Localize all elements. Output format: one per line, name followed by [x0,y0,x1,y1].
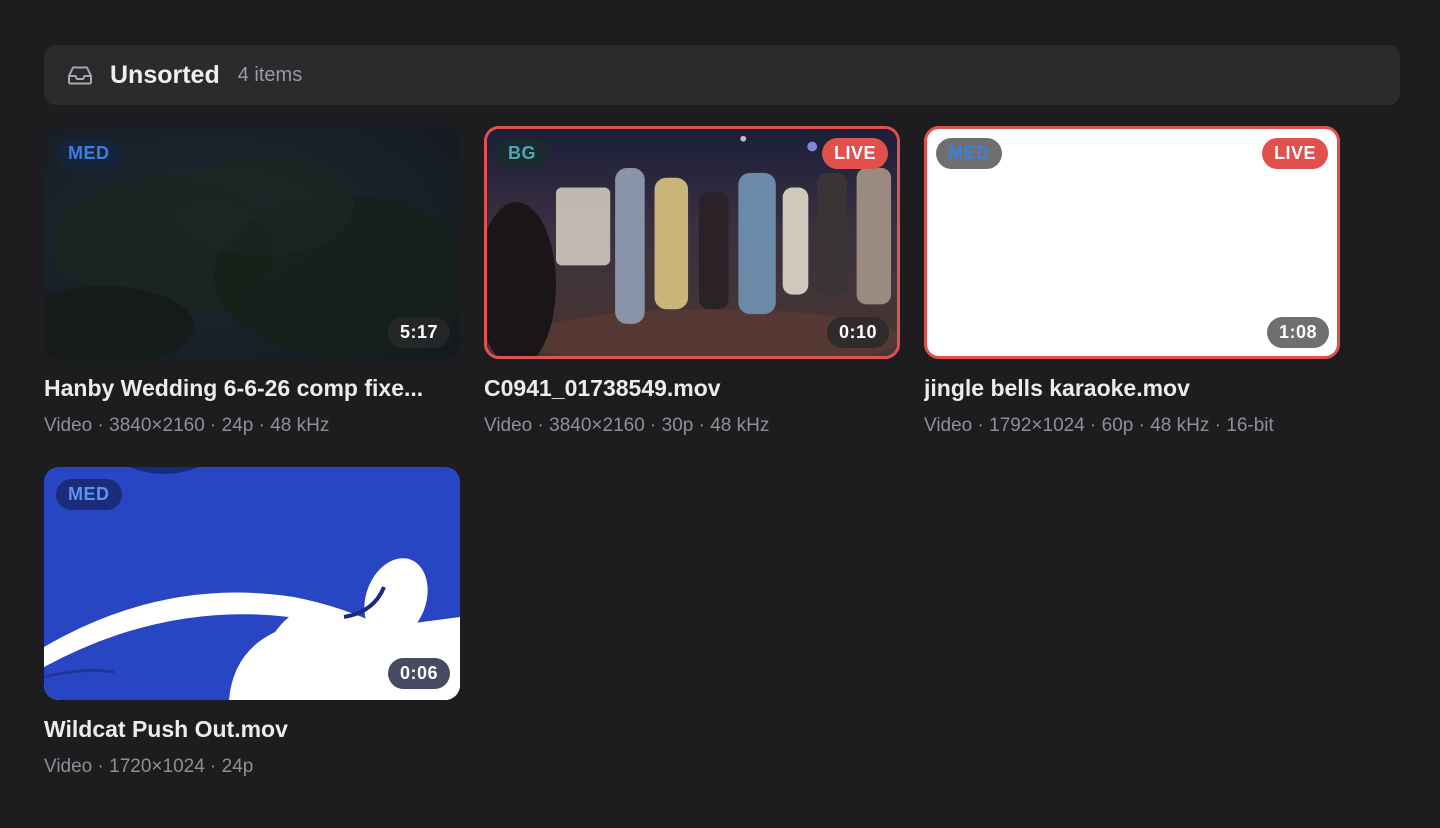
media-card[interactable]: MED LIVE 1:08 jingle bells karaoke.mov V… [924,126,1340,437]
media-title: Wildcat Push Out.mov [44,716,288,742]
media-card[interactable]: BG LIVE 0:10 C0941_01738549.mov Video · … [484,126,900,437]
media-metadata: Video · 3840×2160 · 30p · 48 kHz [484,415,770,436]
duration-badge: 0:10 [826,317,889,348]
media-type-badge: MED [936,138,1002,169]
media-metadata: Video · 3840×2160 · 24p · 48 kHz [44,415,330,436]
live-badge: LIVE [821,138,888,169]
media-type-badge: BG [496,138,548,169]
duration-badge: 0:06 [387,658,450,689]
inbox-icon [67,64,93,86]
media-type-badge: MED [56,138,122,169]
section-item-count: 4 items [237,63,303,86]
duration-badge: 1:08 [1266,317,1329,348]
live-badge: LIVE [1261,138,1328,169]
media-title: Hanby Wedding 6-6-26 comp fixe... [44,375,424,401]
video-thumbnail[interactable]: MED 5:17 [44,126,460,359]
video-thumbnail[interactable]: BG LIVE 0:10 [484,126,900,359]
media-type-badge: MED [56,479,122,510]
section-header-unsorted[interactable]: Unsorted 4 items [44,45,1400,105]
duration-badge: 5:17 [387,317,450,348]
media-title: jingle bells karaoke.mov [924,375,1190,401]
media-metadata: Video · 1720×1024 · 24p [44,756,254,777]
video-thumbnail[interactable]: MED 0:06 [44,467,460,700]
media-card[interactable]: MED 0:06 Wildcat Push Out.mov Video · 17… [44,467,460,778]
media-metadata: Video · 1792×1024 · 60p · 48 kHz · 16-bi… [924,415,1274,436]
video-thumbnail[interactable]: MED LIVE 1:08 [924,126,1340,359]
media-title: C0941_01738549.mov [484,375,721,401]
section-title: Unsorted [110,60,220,89]
media-card[interactable]: MED 5:17 Hanby Wedding 6-6-26 comp fixe.… [44,126,460,437]
